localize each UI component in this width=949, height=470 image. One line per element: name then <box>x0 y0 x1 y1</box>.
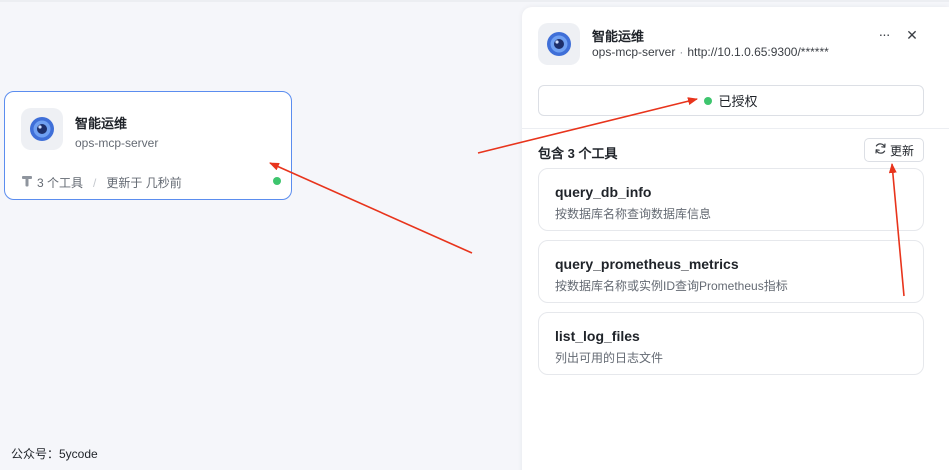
tools-count: 3 个工具 <box>37 176 84 190</box>
tool-description: 按数据库名称或实例ID查询Prometheus指标 <box>555 279 788 293</box>
updated-time: 更新于 几秒前 <box>106 176 182 190</box>
tools-heading: 包含 3 个工具 <box>538 146 618 161</box>
mcp-server-card[interactable]: 智能运维 ops-mcp-server 3 个工具 / 更新于 几秒前 <box>4 91 292 200</box>
panel-server-url: http://10.1.0.65:9300/****** <box>687 45 829 59</box>
watermark-text: 公众号：5ycode <box>11 447 98 461</box>
tool-item[interactable]: query_prometheus_metrics 按数据库名称或实例ID查询Pr… <box>538 240 924 303</box>
server-detail-panel: 智能运维 ops-mcp-server · http://10.1.0.65:930… <box>522 7 949 470</box>
auth-label: 已授权 <box>718 94 758 109</box>
panel-server-name: ops-mcp-server <box>592 45 676 59</box>
panel-title: 智能运维 <box>592 29 645 44</box>
tool-description: 列出可用的日志文件 <box>555 351 664 365</box>
refresh-label: 更新 <box>889 143 914 158</box>
annotation-arrow-to-card <box>269 162 473 254</box>
authorized-button[interactable]: 已授权 <box>538 85 924 116</box>
tool-name: query_db_info <box>555 184 652 200</box>
server-title: 智能运维 <box>75 116 128 131</box>
status-dot <box>273 177 281 185</box>
server-name: ops-mcp-server <box>75 136 159 150</box>
tool-name: query_prometheus_metrics <box>555 256 739 272</box>
close-icon[interactable]: ✕ <box>902 25 922 45</box>
panel-divider <box>522 128 949 129</box>
refresh-icon <box>874 142 887 158</box>
auth-status-dot <box>704 96 713 105</box>
app-logo-icon <box>21 108 63 150</box>
top-divider <box>0 0 949 2</box>
dot-separator: · <box>679 45 684 59</box>
refresh-button[interactable]: 更新 <box>864 138 924 162</box>
tool-icon <box>21 175 33 190</box>
meta-separator: / <box>93 175 97 190</box>
server-meta: 3 个工具 / 更新于 几秒前 <box>21 174 182 191</box>
panel-subtitle: ops-mcp-server · http://10.1.0.65:9300/***… <box>592 45 829 59</box>
tool-item[interactable]: list_log_files 列出可用的日志文件 <box>538 312 924 375</box>
tool-description: 按数据库名称查询数据库信息 <box>555 207 712 221</box>
more-icon[interactable]: ··· <box>874 25 894 45</box>
tool-item[interactable]: query_db_info 按数据库名称查询数据库信息 <box>538 168 924 231</box>
tool-name: list_log_files <box>555 328 640 344</box>
app-logo-icon <box>538 23 580 65</box>
